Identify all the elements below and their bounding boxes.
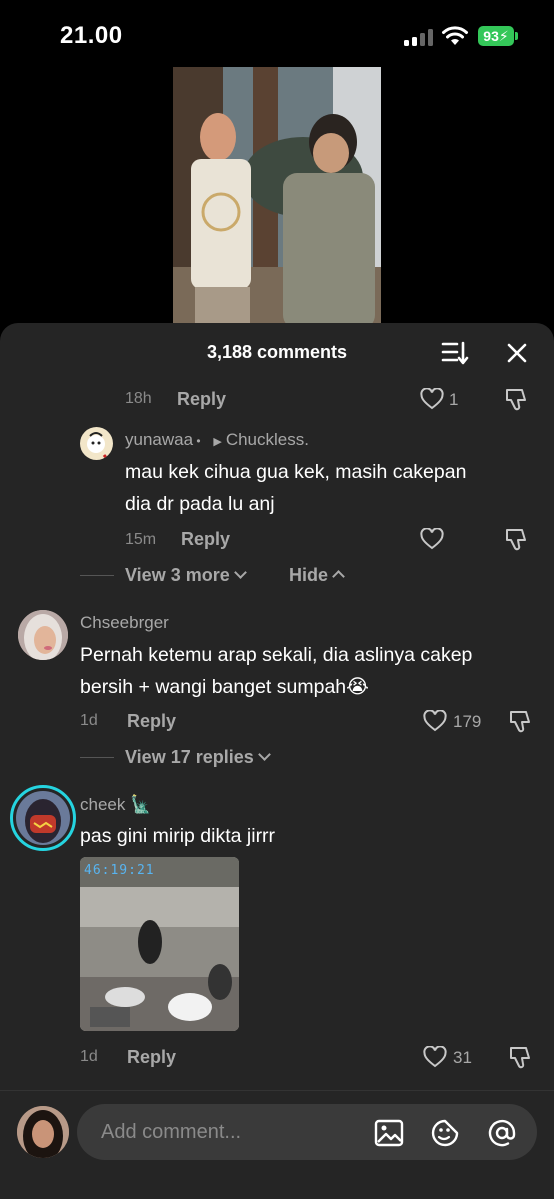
- replying-to-arrow-icon: ▶: [213, 436, 222, 448]
- video-thumbnail[interactable]: [173, 67, 381, 329]
- avatar-with-story-ring[interactable]: [10, 785, 76, 851]
- reply-button[interactable]: Reply: [127, 1047, 176, 1068]
- comment-text: pas gini mirip dikta jirrr: [80, 825, 276, 847]
- view-more-label: View 3 more: [125, 565, 230, 585]
- comment-input-placeholder: Add comment...: [101, 1121, 242, 1143]
- comment-text: Pernah ketemu arap sekali, dia aslinya c…: [80, 639, 472, 703]
- reply-button[interactable]: Reply: [181, 529, 230, 550]
- comment-time: 1d: [80, 712, 98, 729]
- reply-button[interactable]: Reply: [127, 711, 176, 732]
- battery-icon: 93⚡: [478, 26, 514, 46]
- reply-text-line-2: dia dr pada lu anj: [125, 493, 275, 515]
- view-replies-label: View 17 replies: [125, 747, 254, 767]
- comment-time: 15m: [125, 531, 157, 548]
- battery-tip: [515, 32, 518, 40]
- comment-time: 18h: [125, 390, 152, 407]
- view-replies-button[interactable]: View 17 replies: [125, 747, 271, 768]
- like-count: 31: [453, 1048, 472, 1067]
- video-frame-image: [173, 67, 381, 329]
- wifi-icon: [442, 26, 468, 45]
- image-timestamp: 46:19:21: [84, 863, 155, 878]
- like-count: 1: [449, 390, 459, 409]
- comment-text-line-1: Pernah ketemu arap sekali, dia aslinya c…: [80, 644, 473, 666]
- comment-time: 1d: [80, 1048, 98, 1065]
- image-icon[interactable]: [374, 1118, 404, 1148]
- status-bar: 21.00 93⚡: [0, 0, 554, 70]
- comment-username[interactable]: Chseebrger: [80, 613, 169, 633]
- avatar[interactable]: [18, 610, 68, 660]
- cellular-signal-icon: [404, 28, 434, 46]
- chevron-down-icon: [257, 748, 271, 761]
- status-time: 21.00: [60, 22, 123, 49]
- hide-replies-button[interactable]: Hide: [289, 565, 345, 586]
- heart-icon[interactable]: [420, 528, 444, 550]
- battery-level: 93: [483, 28, 499, 44]
- dislike-icon[interactable]: [504, 387, 530, 411]
- comment-count: 3,188 comments: [206, 342, 348, 362]
- avatar[interactable]: [80, 427, 113, 460]
- comment-text-line-2: bersih + wangi banget sumpah😭: [80, 676, 369, 698]
- heart-icon[interactable]: [423, 1046, 447, 1068]
- comment-attached-image[interactable]: 46:19:21: [80, 857, 239, 1031]
- thread-divider-line: [80, 575, 114, 576]
- like-count: 179: [453, 712, 482, 731]
- reply-button[interactable]: Reply: [177, 389, 226, 410]
- current-user-avatar[interactable]: [17, 1106, 69, 1158]
- hide-label: Hide: [289, 565, 329, 585]
- comment-input[interactable]: Add comment...: [77, 1104, 537, 1160]
- reply-username: yunawaa • ▶ Chuckless.: [125, 430, 309, 449]
- comment-username[interactable]: cheek 🗽: [80, 795, 151, 815]
- reply-text: mau kek cihua gua kek, masih cakepan dia…: [125, 456, 466, 520]
- reply-text-line-1: mau kek cihua gua kek, masih cakepan: [125, 461, 467, 483]
- attached-photo: [80, 857, 239, 1031]
- dislike-icon[interactable]: [508, 1045, 534, 1069]
- view-more-replies-button[interactable]: View 3 more: [125, 565, 247, 586]
- close-icon[interactable]: [505, 341, 529, 365]
- comment-input-bar: Add comment...: [0, 1090, 554, 1199]
- heart-icon[interactable]: [420, 388, 444, 410]
- chevron-down-icon: [233, 566, 247, 579]
- mention-icon[interactable]: [487, 1118, 517, 1148]
- chevron-up-icon: [332, 570, 345, 583]
- reply-username-text[interactable]: yunawaa: [125, 430, 193, 449]
- heart-icon[interactable]: [423, 710, 447, 732]
- dislike-icon[interactable]: [508, 709, 534, 733]
- thread-divider-line: [80, 757, 114, 758]
- sort-icon[interactable]: [441, 340, 469, 366]
- emoji-sticker-icon[interactable]: [430, 1118, 460, 1148]
- replying-to-username[interactable]: Chuckless.: [226, 430, 309, 449]
- dislike-icon[interactable]: [504, 527, 530, 551]
- comments-header: 3,188 comments: [0, 323, 554, 381]
